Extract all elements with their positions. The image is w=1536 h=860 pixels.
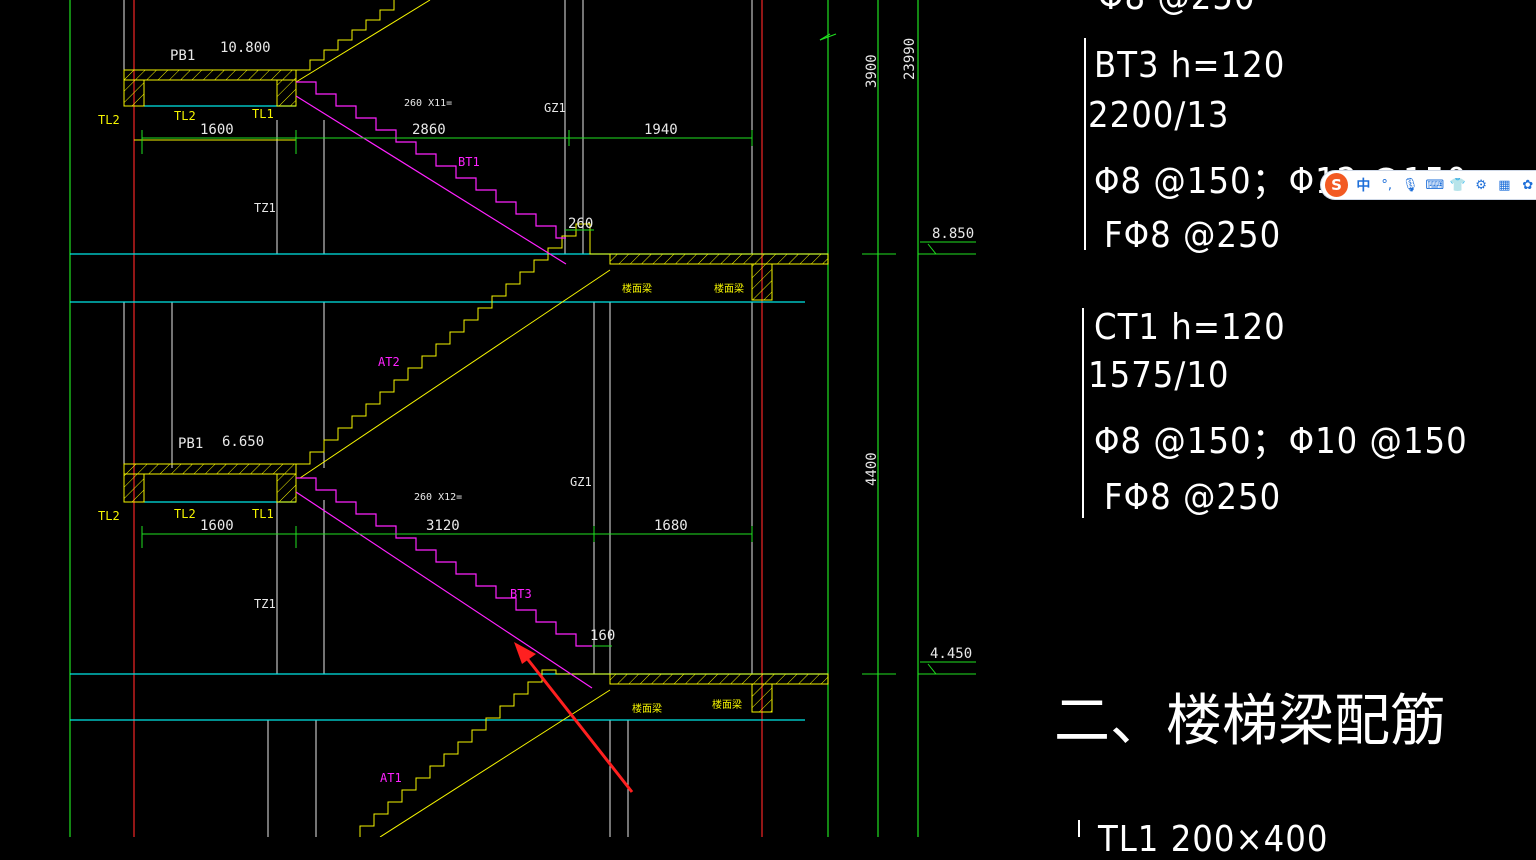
ct1-dist: FΦ8 @250: [1104, 477, 1282, 518]
label-bt1: BT1: [458, 155, 480, 169]
dim-1680: 1680: [654, 518, 688, 534]
label-bt3: BT3: [510, 587, 532, 601]
voice-icon[interactable]: 🎙: [1402, 178, 1419, 193]
bt3-dims: 2200/13: [1088, 95, 1230, 136]
label-gz1-upper: GZ1: [544, 101, 566, 115]
ime-language-toggle[interactable]: 中: [1355, 175, 1371, 195]
label-tl1-middle: TL1: [252, 507, 274, 521]
label-tl2-middle-a: TL2: [98, 509, 120, 523]
section-title: 二、楼梯梁配筋: [1054, 689, 1446, 754]
floor-slabs: [70, 105, 828, 721]
ct1-title: CT1 h=120: [1094, 307, 1286, 348]
dim-4400: 4400: [864, 452, 880, 486]
magenta-flights: [295, 81, 593, 689]
ct1-dims: 1575/10: [1088, 355, 1230, 396]
toolbox-icon[interactable]: ⚙: [1473, 178, 1489, 193]
cad-viewport[interactable]: PB1 10.800 260 X11= TL2 TL2 TL1 1600 286…: [0, 0, 1536, 858]
ct1-rebar: Φ8 @150；Φ10 @150: [1094, 421, 1468, 462]
drawing-labels: PB1 10.800 260 X11= TL2 TL2 TL1 1600 286…: [98, 38, 974, 785]
notes-bar-bt3: [1084, 38, 1086, 250]
label-step-note-upper: 260 X11=: [404, 98, 452, 109]
keyboard-icon[interactable]: ⌨: [1425, 178, 1444, 193]
beam-label-2: 楼面梁: [714, 282, 744, 295]
label-tl2-middle-b: TL2: [174, 507, 196, 521]
label-elev-10800: 10.800: [220, 40, 271, 56]
settings-icon[interactable]: ✿: [1520, 178, 1536, 193]
label-at2: AT2: [378, 355, 400, 369]
label-tl1-upper: TL1: [252, 107, 274, 121]
notes-bar-ct1: [1082, 308, 1084, 518]
annotation-arrow: [514, 642, 634, 793]
label-tl2-upper-b: TL2: [174, 109, 196, 123]
beam-label-3: 楼面梁: [632, 702, 662, 715]
label-gz1-middle: GZ1: [570, 475, 592, 489]
beam-label-1: 楼面梁: [622, 282, 652, 295]
dim-260: 260: [568, 216, 593, 232]
label-tz1-middle: TZ1: [254, 597, 276, 611]
dim-23990: 23990: [902, 38, 918, 80]
ime-toolbar[interactable]: S 中 °, 🎙 ⌨ 👕 ⚙ ▦ ✿: [1320, 170, 1536, 200]
grid-lines: [69, 0, 919, 837]
label-pb1-middle: PB1: [178, 436, 203, 452]
dim-2860: 2860: [412, 122, 446, 138]
beam-label-4: 楼面梁: [712, 698, 742, 711]
elev-4450: 4.450: [930, 646, 972, 662]
dim-1600-middle: 1600: [200, 518, 234, 534]
notes-bar-bottom: [1078, 820, 1080, 837]
ime-punctuation-toggle[interactable]: °,: [1379, 178, 1395, 193]
notes-header-cut: Φ8 @250: [1098, 0, 1256, 16]
dim-1600-upper: 1600: [200, 122, 234, 138]
apps-icon[interactable]: ▦: [1496, 178, 1512, 193]
label-tl2-upper-a: TL2: [98, 113, 120, 127]
elev-8850: 8.850: [932, 226, 974, 242]
label-tz1-upper: TZ1: [254, 201, 276, 215]
skin-icon[interactable]: 👕: [1449, 178, 1466, 193]
dim-160: 160: [590, 628, 615, 644]
label-at1: AT1: [380, 771, 402, 785]
label-pb1-upper: PB1: [170, 48, 195, 64]
dim-3900: 3900: [864, 54, 880, 88]
bt3-dist: FΦ8 @250: [1104, 215, 1282, 256]
dim-1940: 1940: [644, 122, 678, 138]
bt3-title: BT3 h=120: [1094, 45, 1286, 86]
label-step-note-middle: 260 X12=: [414, 492, 462, 503]
bottom-cut-label: TL1 200×400: [1098, 819, 1329, 860]
label-elev-6650: 6.650: [222, 434, 264, 450]
ime-logo-icon[interactable]: S: [1325, 173, 1349, 197]
dim-3120: 3120: [426, 518, 460, 534]
